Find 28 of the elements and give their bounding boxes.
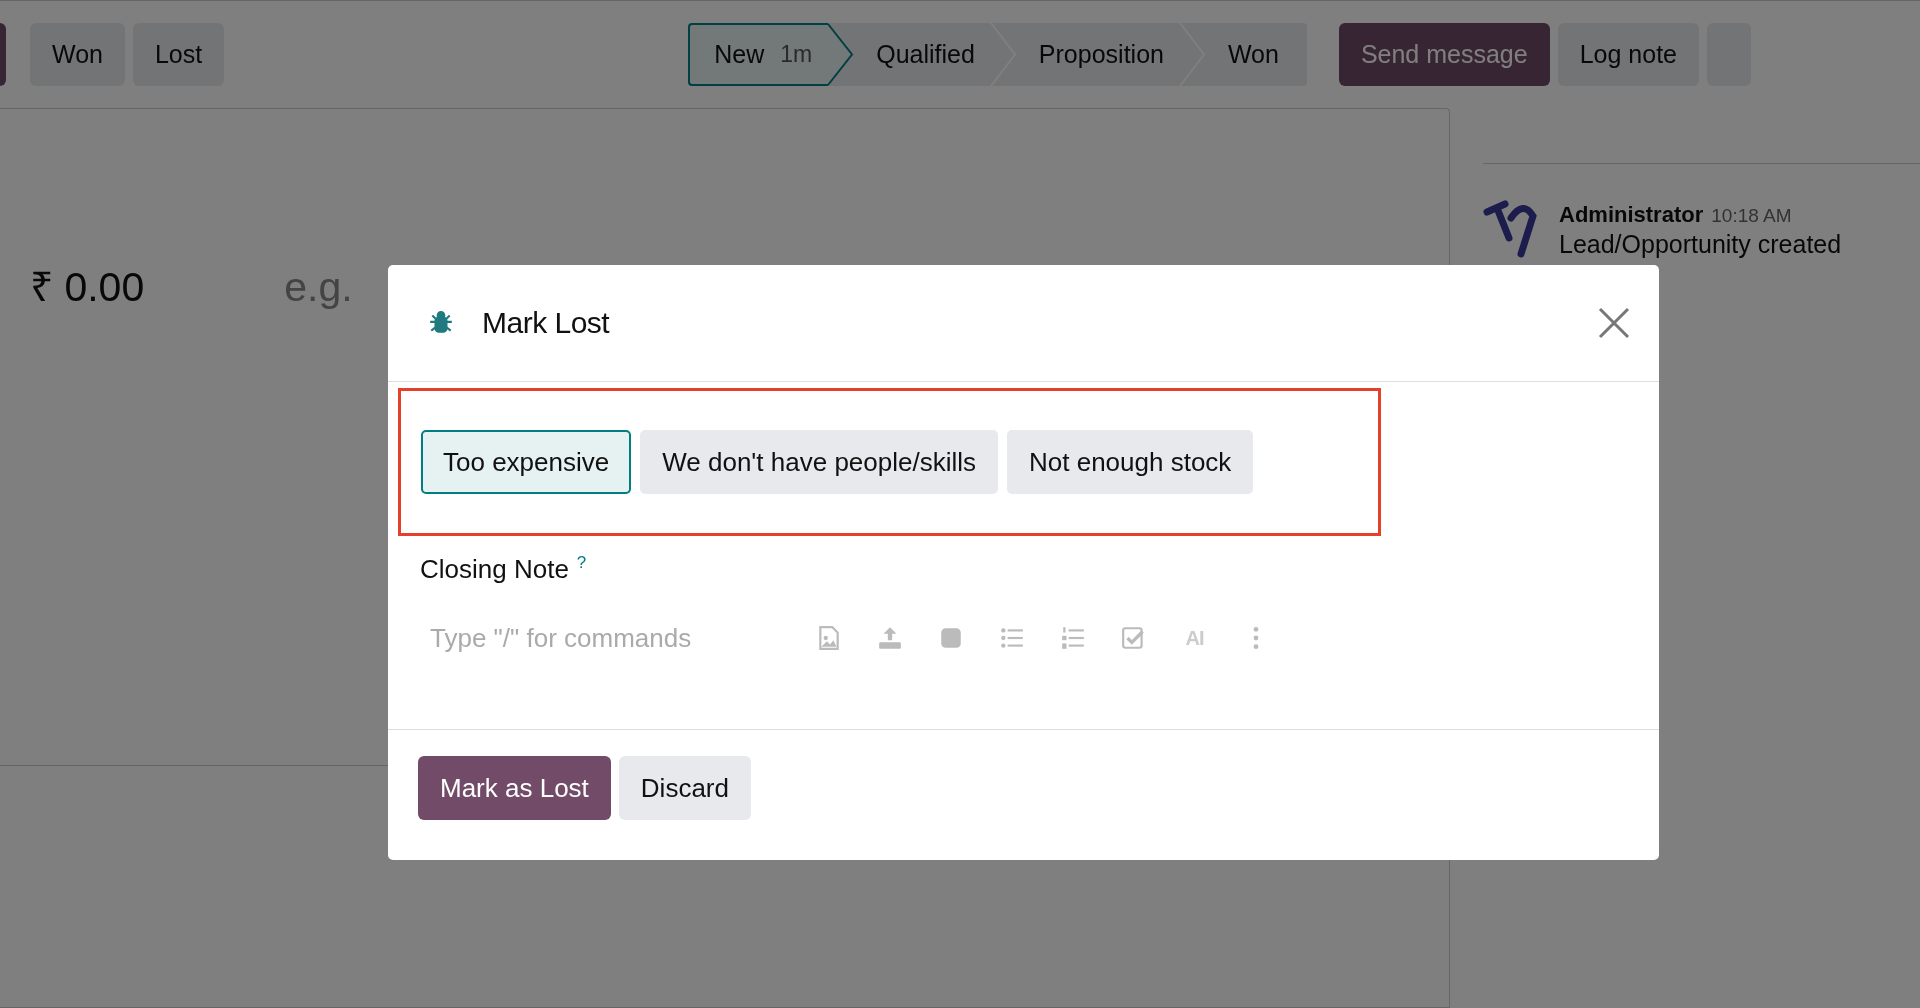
upload-icon[interactable] <box>876 625 903 651</box>
stage-button[interactable]: New 1m <box>688 23 857 86</box>
dialog-button[interactable]: Discard <box>618 756 751 820</box>
help-icon[interactable]: ? <box>576 553 587 573</box>
action-button[interactable]: Won <box>30 23 125 86</box>
amount-value: ₹ 0.00 <box>30 263 145 312</box>
bug-icon <box>428 310 454 336</box>
field-label: Closing Note <box>420 554 569 584</box>
chatter-button[interactable]: Send message <box>1338 23 1550 86</box>
reason-button[interactable]: Not enough stock <box>1007 430 1254 494</box>
dialog-button[interactable]: Mark as Lost <box>418 756 611 820</box>
message-text: Lead/Opportunity created <box>1559 231 1842 259</box>
close-button[interactable] <box>1597 306 1631 340</box>
dialog-title: Mark Lost <box>482 305 610 341</box>
text-input[interactable]: e.g. <box>284 257 375 319</box>
author-name: Administrator <box>1559 201 1704 229</box>
message-time: 10:18 AM <box>1711 204 1792 228</box>
stage-button[interactable]: Won <box>1207 23 1307 86</box>
action-button[interactable]: Lost <box>132 23 225 86</box>
checkbox-icon[interactable] <box>1120 625 1147 651</box>
reason-button[interactable]: We don't have people/skills <box>640 430 998 494</box>
numbered-list-icon[interactable] <box>1059 625 1086 651</box>
reason-button[interactable]: Too expensive <box>421 430 632 494</box>
chatter-button[interactable]: Log note <box>1557 23 1699 86</box>
button[interactable] <box>0 23 6 86</box>
stage-button[interactable]: Qualified <box>856 23 1019 86</box>
bullet-list-icon[interactable] <box>998 625 1025 651</box>
stage-button[interactable]: Proposition <box>1018 23 1208 86</box>
